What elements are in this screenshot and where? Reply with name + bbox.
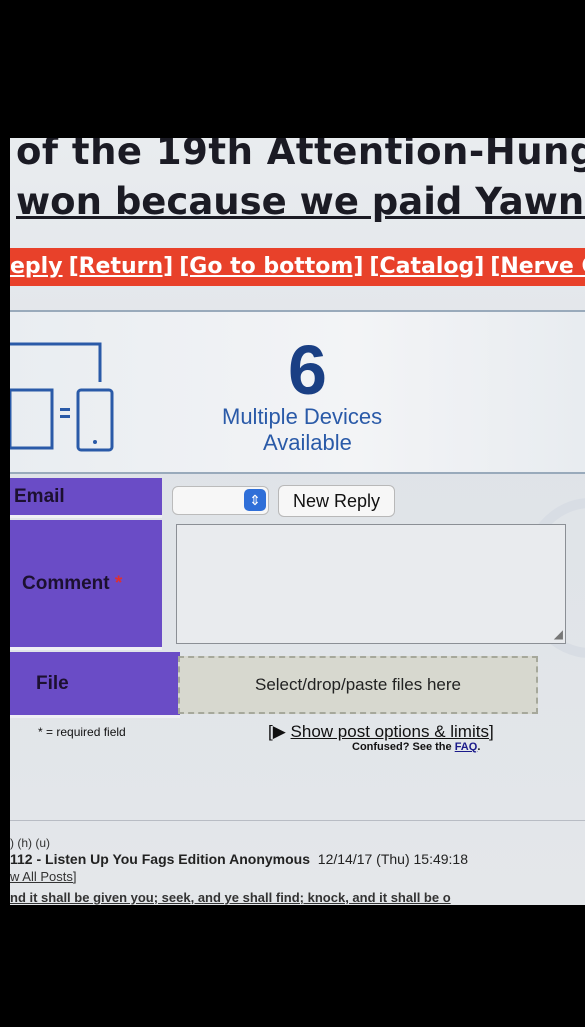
show-post-options[interactable]: [▶ Show post options & limits] bbox=[268, 722, 494, 742]
faq-note: Confused? See the FAQ. bbox=[352, 741, 480, 753]
banner-text-line1: Multiple Devices bbox=[222, 404, 383, 429]
file-drop-text: Select/drop/paste files here bbox=[254, 675, 461, 694]
required-asterisk: * bbox=[114, 572, 123, 594]
required-field-note: * = required field bbox=[38, 725, 126, 739]
thread-title-line2: won because we paid Yawn fift bbox=[16, 180, 585, 223]
nav-nerve-center-link[interactable]: [Nerve Ce bbox=[490, 254, 585, 279]
nav-catalog-link[interactable]: [Catalog] bbox=[369, 254, 484, 279]
nav-bottom-link[interactable]: [Go to bottom] bbox=[179, 254, 363, 279]
divider bbox=[10, 820, 585, 821]
comment-textarea[interactable]: ◢ bbox=[176, 524, 566, 644]
devices-icon bbox=[10, 342, 114, 452]
banner-text-line2: Available bbox=[263, 430, 352, 455]
thread-title-line1: of the 19th Attention-Hungry G bbox=[16, 138, 585, 173]
ad-banner[interactable]: 6 Multiple Devices Available bbox=[10, 310, 585, 658]
post-header: 112 - Listen Up You Fags Edition Anonymo… bbox=[10, 851, 468, 867]
comment-label-text: Comment bbox=[22, 572, 110, 594]
new-reply-button[interactable]: New Reply bbox=[278, 485, 395, 517]
resize-handle-icon[interactable]: ◢ bbox=[554, 627, 563, 641]
post-small-links[interactable]: ) (h) (u) bbox=[10, 836, 50, 850]
comment-label: Comment * bbox=[10, 520, 162, 650]
file-label: File bbox=[10, 652, 180, 718]
screen-photo: of the 19th Attention-Hungry G won becau… bbox=[10, 138, 585, 905]
show-options-link[interactable]: Show post options & limits bbox=[291, 722, 489, 741]
nav-bar: eply [Return] [Go to bottom] [Catalog] [Nerv… bbox=[10, 248, 585, 286]
play-icon: ▶ bbox=[272, 722, 286, 741]
nav-reply-link[interactable]: eply bbox=[10, 254, 63, 279]
chevron-updown-icon: ⇕ bbox=[244, 489, 266, 511]
post-title: 112 - Listen Up You Fags Edition Anonymo… bbox=[10, 851, 310, 867]
email-select[interactable]: ⇕ bbox=[172, 486, 269, 515]
confused-text: Confused? See the bbox=[352, 741, 455, 753]
post-date: 12/14/17 (Thu) 15:49:18 bbox=[317, 851, 469, 867]
post-body: nd it shall be given you; seek, and ye s… bbox=[10, 890, 451, 905]
email-label-text: Email bbox=[14, 485, 65, 507]
banner-number: 6 bbox=[288, 331, 327, 409]
faq-period: . bbox=[477, 741, 481, 753]
file-drop-zone[interactable]: Select/drop/paste files here bbox=[178, 656, 538, 714]
nav-return-link[interactable]: [Return] bbox=[69, 254, 174, 279]
faq-link[interactable]: FAQ bbox=[455, 741, 478, 753]
email-label: Email bbox=[10, 478, 162, 518]
view-all-posts-link[interactable]: w All Posts] bbox=[10, 869, 76, 884]
file-label-text: File bbox=[36, 672, 69, 694]
bracket-close: ] bbox=[488, 722, 494, 741]
